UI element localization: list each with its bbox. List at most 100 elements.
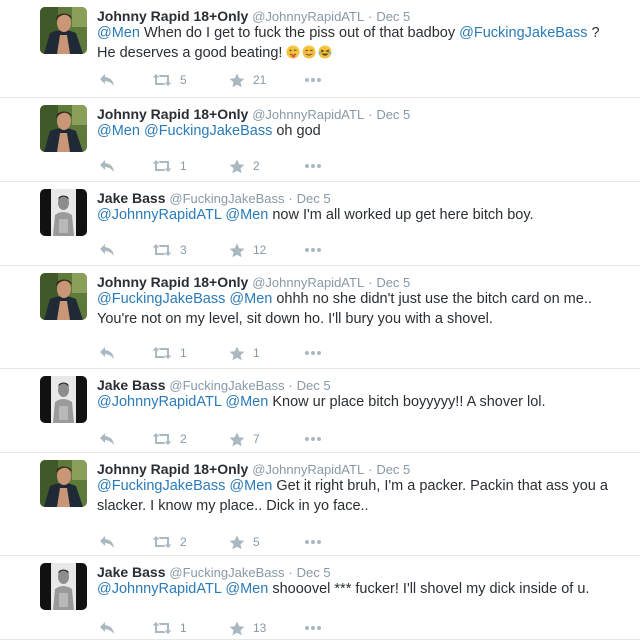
more-button[interactable] (304, 241, 322, 259)
star-icon (229, 621, 245, 636)
mention-link[interactable]: @FuckingJakeBass (97, 291, 225, 307)
more-button[interactable] (304, 619, 322, 637)
author-name[interactable]: Jake Bass (97, 190, 166, 206)
more-button[interactable] (304, 533, 322, 551)
separator-dot: · (288, 565, 293, 580)
jake-avatar[interactable] (40, 376, 87, 423)
tweet-item[interactable]: Johnny Rapid 18+Only @JohnnyRapidATL · D… (0, 266, 640, 369)
author-name[interactable]: Jake Bass (97, 564, 166, 580)
tweet-text-segment: Get it right bruh, I'm a packer. Packin … (272, 478, 608, 494)
like-button[interactable]: 13 (229, 619, 266, 637)
retweet-icon (152, 159, 172, 173)
jake-avatar[interactable] (40, 189, 87, 236)
tweet-text: @FuckingJakeBass @Men Get it right bruh,… (97, 476, 627, 516)
tweet-timestamp[interactable]: Dec 5 (297, 565, 331, 580)
more-button[interactable] (304, 344, 322, 362)
tweet-item[interactable]: Jake Bass @FuckingJakeBass · Dec 5 @Johnn… (0, 369, 640, 453)
like-button[interactable]: 7 (229, 430, 260, 448)
author-name[interactable]: Johnny Rapid 18+Only (97, 8, 248, 24)
author-handle[interactable]: @JohnnyRapidATL (252, 275, 364, 290)
tweet-item[interactable]: Jake Bass @FuckingJakeBass · Dec 5 @Johnn… (0, 556, 640, 640)
retweet-button[interactable]: 1 (152, 344, 187, 362)
mention-link[interactable]: @Men (97, 123, 140, 139)
mention-link[interactable]: @FuckingJakeBass (459, 25, 587, 41)
author-handle[interactable]: @JohnnyRapidATL (252, 9, 364, 24)
mention-link[interactable]: @Men (97, 25, 140, 41)
tweet-text-segment: oh god (272, 123, 321, 139)
retweet-icon (152, 621, 172, 635)
retweet-button[interactable]: 2 (152, 533, 187, 551)
tweet-text-segment: When do I get to fuck the piss out of th… (139, 25, 460, 41)
johnny-avatar[interactable] (40, 273, 87, 320)
like-button[interactable]: 5 (229, 533, 260, 551)
reply-button[interactable] (99, 619, 115, 637)
tweet-timestamp[interactable]: Dec 5 (376, 107, 410, 122)
mention-link[interactable]: @Men (229, 478, 272, 494)
author-handle[interactable]: @JohnnyRapidATL (252, 107, 364, 122)
reply-icon (99, 621, 115, 635)
tweet-text-segment: You're not on my level, sit down ho. I'l… (97, 311, 493, 327)
tweet-timestamp[interactable]: Dec 5 (297, 191, 331, 206)
separator-dot: · (368, 107, 373, 122)
author-handle[interactable]: @JohnnyRapidATL (252, 462, 364, 477)
author-name[interactable]: Johnny Rapid 18+Only (97, 461, 248, 477)
tongue-emoji (286, 45, 300, 65)
johnny-avatar[interactable] (40, 7, 87, 54)
tweet-timestamp[interactable]: Dec 5 (376, 9, 410, 24)
like-button[interactable]: 21 (229, 71, 266, 89)
johnny-avatar[interactable] (40, 105, 87, 152)
reply-button[interactable] (99, 241, 115, 259)
author-name[interactable]: Jake Bass (97, 377, 166, 393)
author-handle[interactable]: @FuckingJakeBass (169, 191, 284, 206)
like-button[interactable]: 12 (229, 241, 266, 259)
tweet-item[interactable]: Jake Bass @FuckingJakeBass · Dec 5 @Johnn… (0, 182, 640, 266)
tweet-timestamp[interactable]: Dec 5 (297, 378, 331, 393)
retweet-button[interactable]: 1 (152, 157, 187, 175)
mention-link[interactable]: @FuckingJakeBass (144, 123, 272, 139)
tweet-timestamp[interactable]: Dec 5 (376, 462, 410, 477)
more-button[interactable] (304, 430, 322, 448)
mention-link[interactable]: @JohnnyRapidATL (97, 207, 221, 223)
tweet-item[interactable]: Johnny Rapid 18+Only @JohnnyRapidATL · D… (0, 0, 640, 98)
author-handle[interactable]: @FuckingJakeBass (169, 565, 284, 580)
reply-button[interactable] (99, 157, 115, 175)
reply-icon (99, 73, 115, 87)
star-icon (229, 159, 245, 174)
tweet-text-segment: ohhh no she didn't just use the bitch ca… (272, 291, 592, 307)
retweet-button[interactable]: 2 (152, 430, 187, 448)
retweet-button[interactable]: 1 (152, 619, 187, 637)
tweet-text: @Men When do I get to fuck the piss out … (97, 23, 627, 65)
tweet-timeline: Johnny Rapid 18+Only @JohnnyRapidATL · D… (0, 0, 640, 640)
jake-avatar[interactable] (40, 563, 87, 610)
retweet-button[interactable]: 3 (152, 241, 187, 259)
mention-link[interactable]: @FuckingJakeBass (97, 478, 225, 494)
reply-button[interactable] (99, 71, 115, 89)
reply-icon (99, 243, 115, 257)
like-count: 2 (253, 159, 260, 173)
tweet-item[interactable]: Johnny Rapid 18+Only @JohnnyRapidATL · D… (0, 453, 640, 556)
mention-link[interactable]: @Men (229, 291, 272, 307)
tweet-actions: 27 (97, 430, 397, 448)
retweet-count: 2 (180, 432, 187, 446)
mention-link[interactable]: @Men (225, 207, 268, 223)
author-name[interactable]: Johnny Rapid 18+Only (97, 274, 248, 290)
star-icon (229, 243, 245, 258)
retweet-button[interactable]: 5 (152, 71, 187, 89)
johnny-avatar[interactable] (40, 460, 87, 507)
mention-link[interactable]: @JohnnyRapidATL (97, 394, 221, 410)
author-name[interactable]: Johnny Rapid 18+Only (97, 106, 248, 122)
mention-link[interactable]: @Men (225, 394, 268, 410)
mention-link[interactable]: @JohnnyRapidATL (97, 581, 221, 597)
like-button[interactable]: 2 (229, 157, 260, 175)
tweet-timestamp[interactable]: Dec 5 (376, 275, 410, 290)
more-button[interactable] (304, 157, 322, 175)
retweet-icon (152, 73, 172, 87)
more-button[interactable] (304, 71, 322, 89)
author-handle[interactable]: @FuckingJakeBass (169, 378, 284, 393)
reply-button[interactable] (99, 430, 115, 448)
tweet-item[interactable]: Johnny Rapid 18+Only @JohnnyRapidATL · D… (0, 98, 640, 182)
mention-link[interactable]: @Men (225, 581, 268, 597)
like-button[interactable]: 1 (229, 344, 260, 362)
reply-button[interactable] (99, 533, 115, 551)
reply-button[interactable] (99, 344, 115, 362)
